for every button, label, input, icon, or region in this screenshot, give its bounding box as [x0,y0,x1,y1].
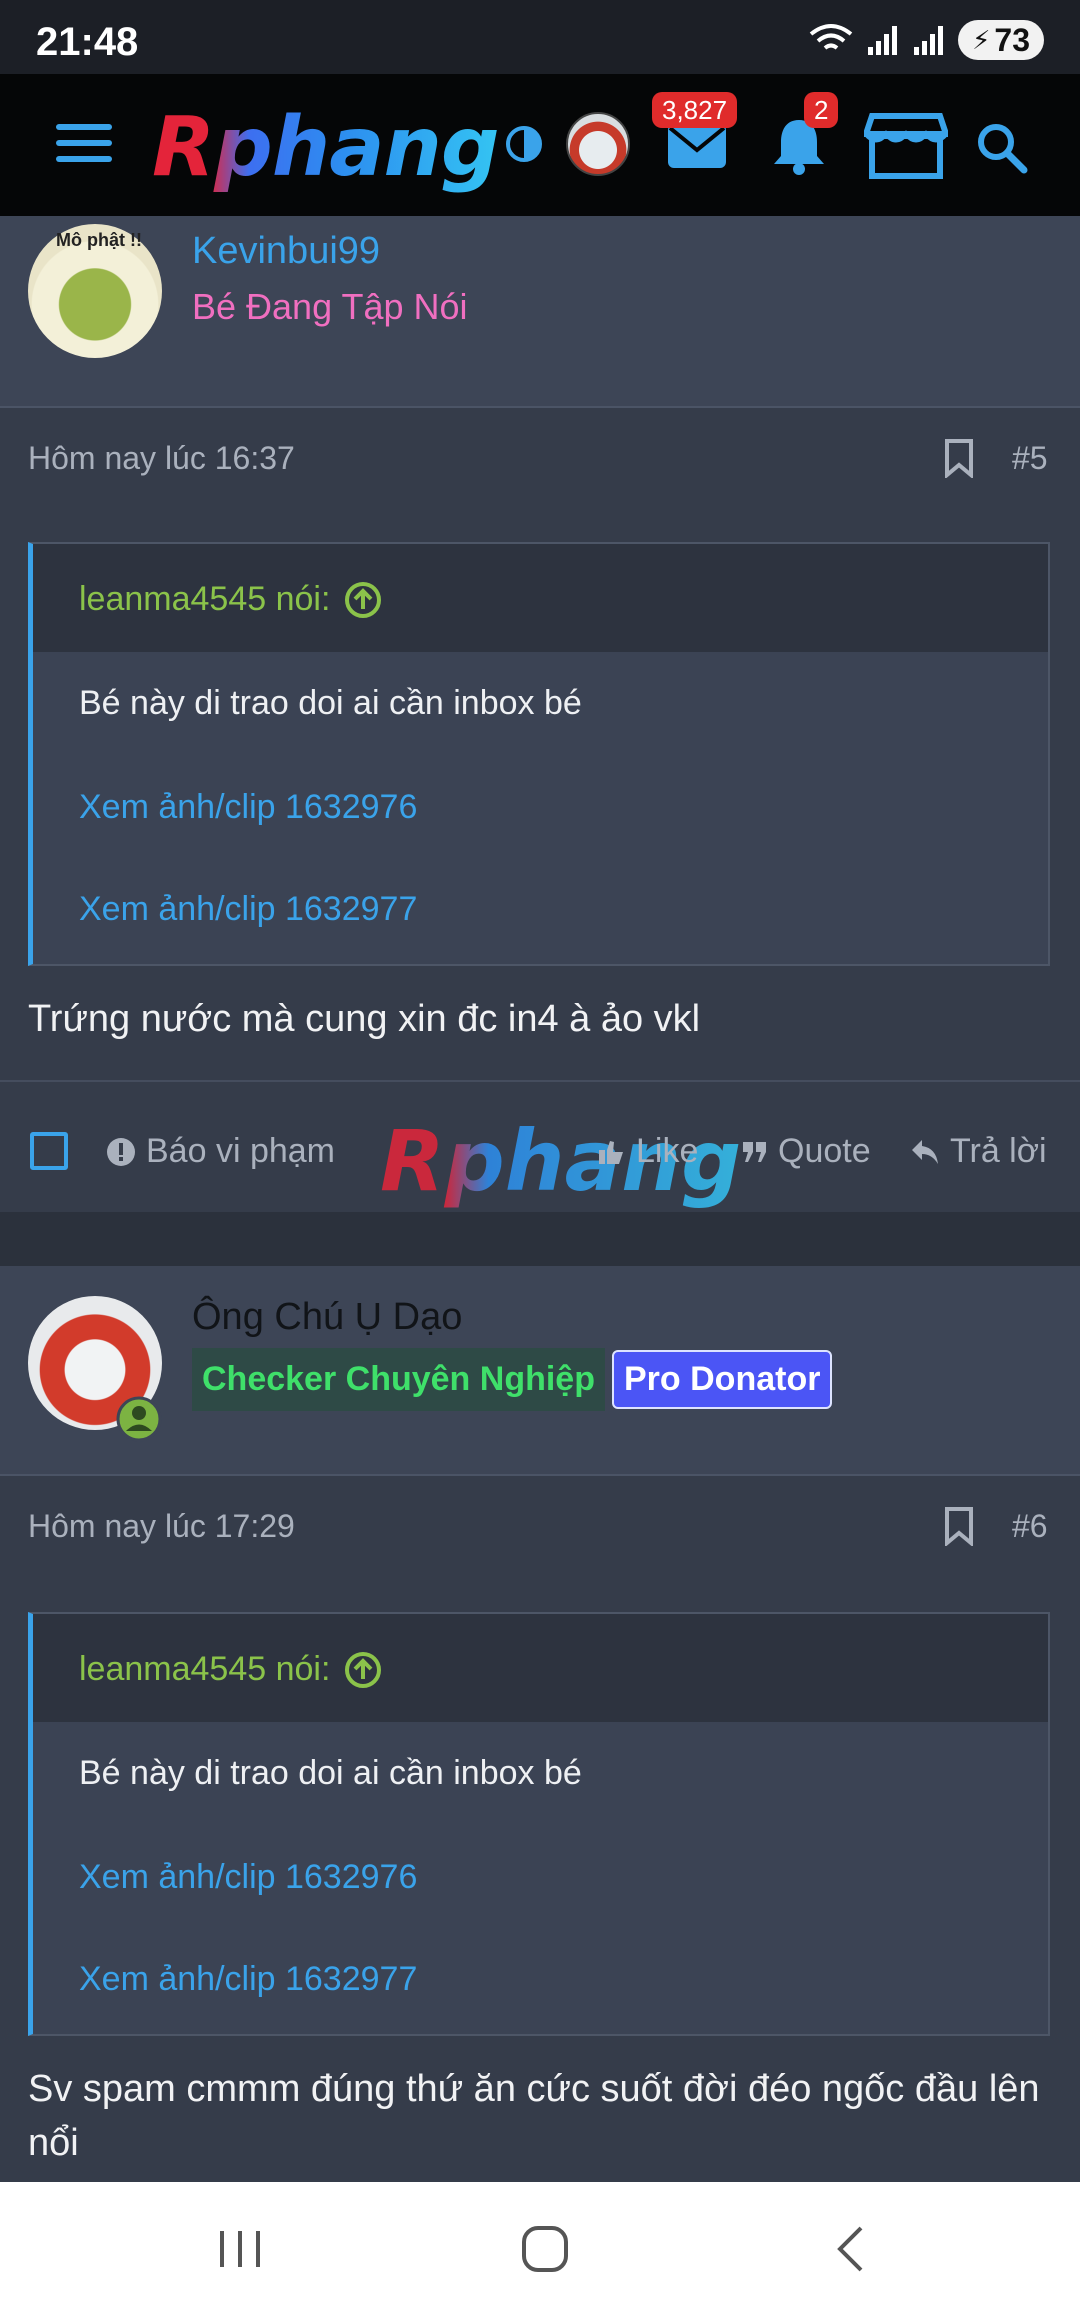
up-arrow-circle-icon[interactable] [344,581,382,619]
post-5-user-card: Mô phật !! Kevinbui99 Bé Đang Tập Nói [0,216,1080,408]
report-label: Báo vi phạm [146,1132,335,1170]
media-link[interactable]: Xem ảnh/clip 1632976 [79,1858,417,1897]
user-title: Bé Đang Tập Nói [192,286,468,327]
media-link[interactable]: Xem ảnh/clip 1632976 [79,788,417,827]
wifi-icon [809,24,853,50]
status-time: 21:48 [36,20,139,64]
media-link[interactable]: Xem ảnh/clip 1632977 [79,1960,417,1999]
online-user-icon [116,1396,162,1442]
post-5-body: Hôm nay lúc 16:37 #5 leanma4545 nói: Bé … [0,408,1080,1080]
battery-level: 73 [994,21,1030,58]
post-separator [0,1220,1080,1266]
post-6-body: Hôm nay lúc 17:29 #6 leanma4545 nói: Bé … [0,1476,1080,2182]
hamburger-icon[interactable] [56,124,112,166]
system-nav-bar [0,2182,1080,2316]
search-icon[interactable] [974,120,1028,174]
quote-author-label: leanma4545 nói: [79,1650,331,1688]
home-button[interactable] [500,2182,590,2316]
status-bar: 21:48 ⚡ 73 [0,0,1080,74]
report-icon [107,1137,135,1166]
battery-indicator: ⚡ 73 [958,20,1044,60]
post-5-actions: Báo vi phạm Rphang Like Quote Trả lời [0,1080,1080,1220]
quote-button[interactable]: Quote [742,1132,871,1171]
username[interactable]: Ông Chú Ụ Dạo [192,1296,462,1339]
quote-author[interactable]: leanma4545 nói: [79,580,382,619]
bookmark-icon[interactable] [944,1506,974,1546]
store-icon[interactable] [864,112,948,180]
reply-label: Trả lời [950,1132,1047,1170]
quote-author[interactable]: leanma4545 nói: [79,1650,382,1689]
user-badge-pro-donator: Pro Donator [612,1350,833,1409]
post-number[interactable]: #5 [1012,440,1048,477]
post-number[interactable]: #6 [1012,1508,1048,1545]
user-avatar[interactable] [566,112,630,176]
messages-badge: 3,827 [652,92,738,128]
media-link[interactable]: Xem ảnh/clip 1632977 [79,890,417,929]
post-message: Sv spam cmmm đúng thứ ăn cức suốt đời đé… [28,2068,1040,2164]
reply-icon [912,1139,938,1164]
select-checkbox[interactable] [30,1132,68,1170]
signal-icon [868,26,898,55]
like-icon [599,1140,623,1164]
username[interactable]: Kevinbui99 [192,230,380,273]
up-arrow-circle-icon[interactable] [344,1651,382,1689]
site-logo[interactable]: Rphang [152,100,500,195]
avatar-caption: Mô phật !! [56,230,142,250]
signal-icon-2 [914,26,944,55]
bookmark-icon[interactable] [944,438,974,478]
system-icons: ⚡ 73 [808,20,1044,60]
quote-icon [743,1141,766,1162]
post-timestamp[interactable]: Hôm nay lúc 17:29 [28,1508,295,1545]
like-label: Like [636,1132,699,1170]
home-icon [522,2226,568,2272]
post-message: Trứng nước mà cung xin đc in4 à ảo vkl [28,998,701,1040]
back-icon [837,2226,863,2272]
quote-block: leanma4545 nói: Bé này di trao doi ai cầ… [28,1612,1050,2036]
notifications-badge: 2 [804,92,839,128]
charging-icon: ⚡ [972,24,991,55]
report-button[interactable]: Báo vi phạm [106,1132,335,1171]
like-button[interactable]: Like [596,1132,698,1171]
quote-block: leanma4545 nói: Bé này di trao doi ai cầ… [28,542,1050,966]
quote-text: Bé này di trao doi ai cần inbox bé [79,1754,582,1792]
quote-label: Quote [778,1132,871,1170]
avatar[interactable]: Mô phật !! [28,224,162,358]
recent-apps-icon [220,2231,260,2267]
quote-text: Bé này di trao doi ai cần inbox bé [79,684,582,722]
user-badge-checker: Checker Chuyên Nghiệp [192,1348,605,1411]
contrast-icon[interactable] [504,124,544,164]
reply-button[interactable]: Trả lời [910,1132,1047,1171]
quote-author-label: leanma4545 nói: [79,580,331,618]
quote-header: leanma4545 nói: [33,544,1048,652]
back-button[interactable] [810,2182,890,2316]
post-6-user-card: Ông Chú Ụ Dạo Checker Chuyên Nghiệp Pro … [0,1266,1080,1476]
site-header: Rphang 3,827 2 [0,74,1080,216]
post-timestamp[interactable]: Hôm nay lúc 16:37 [28,440,295,477]
quote-header: leanma4545 nói: [33,1614,1048,1722]
recent-apps-button[interactable] [200,2182,280,2316]
